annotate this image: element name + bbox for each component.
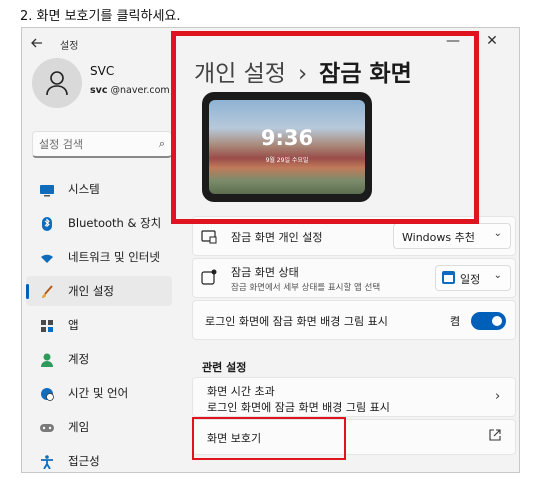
sidebar-item-apps[interactable]: 앱 [26, 310, 172, 340]
instruction-text: 2. 화면 보호기를 클릭하세요. [20, 9, 181, 24]
sidebar-item-system[interactable]: 시스템 [26, 174, 172, 204]
settings-window: 설정 — ✕ SVC svc @naver.com ⌕ 시스템 Bluetoot… [21, 27, 520, 473]
accessibility-icon [40, 454, 54, 470]
user-email: svc @naver.com [90, 85, 170, 96]
user-name: SVC [90, 64, 115, 78]
lock-screen-status-dropdown[interactable]: 일정 ⌄ [435, 265, 511, 291]
toggle-state-label: 켬 [450, 315, 461, 328]
lock-screen-icon [201, 228, 217, 244]
lock-screen-background-dropdown[interactable]: Windows 추천 ⌄ [393, 223, 511, 249]
monitor-icon [40, 182, 54, 197]
sidebar-item-bluetooth[interactable]: Bluetooth & 장치 [26, 208, 172, 238]
chevron-down-icon: ⌄ [493, 270, 502, 281]
calendar-icon [442, 271, 455, 287]
wifi-icon [40, 250, 54, 264]
lock-screen-status-row[interactable]: 잠금 화면 상태 잠금 화면에서 세부 상태를 표시할 앱 선택 일정 ⌄ [192, 258, 516, 298]
highlight-screen-saver [192, 417, 346, 460]
bluetooth-icon [40, 216, 54, 231]
highlight-lock-screen [171, 31, 479, 224]
app-title: 설정 [60, 41, 79, 52]
chevron-down-icon: ⌄ [493, 228, 502, 239]
background-on-signin-toggle[interactable] [471, 312, 506, 330]
active-indicator [26, 284, 29, 299]
apps-icon [40, 318, 54, 332]
person-avatar-icon [46, 71, 68, 96]
brush-icon [40, 284, 54, 298]
sidebar-item-time-language[interactable]: 시간 및 언어 [26, 378, 172, 408]
close-button[interactable]: ✕ [482, 31, 502, 51]
chevron-right-icon: › [495, 389, 501, 404]
search-input[interactable] [39, 136, 149, 153]
back-arrow-icon[interactable] [30, 36, 46, 52]
status-app-icon [201, 269, 217, 285]
sidebar-item-personalization[interactable]: 개인 설정 [26, 276, 172, 306]
globe-clock-icon [40, 386, 54, 401]
sidebar-item-accessibility[interactable]: 접근성 [26, 446, 172, 472]
search-icon[interactable]: ⌕ [159, 137, 165, 151]
show-background-on-signin-row: 로그인 화면에 잠금 화면 배경 그림 표시 켬 [192, 300, 516, 340]
avatar[interactable] [32, 58, 82, 108]
related-settings-heading: 관련 설정 [202, 361, 247, 374]
gamepad-icon [40, 420, 54, 434]
open-external-icon[interactable] [489, 429, 501, 445]
sidebar-item-network[interactable]: 네트워크 및 인터넷 [26, 242, 172, 272]
screen-timeout-row[interactable]: 화면 시간 초과 로그인 화면에 잠금 화면 배경 그림 표시 › [192, 377, 516, 417]
sidebar-item-gaming[interactable]: 게임 [26, 412, 172, 442]
sidebar-item-accounts[interactable]: 계정 [26, 344, 172, 374]
person-icon [40, 352, 54, 367]
search-box[interactable]: ⌕ [32, 131, 172, 158]
